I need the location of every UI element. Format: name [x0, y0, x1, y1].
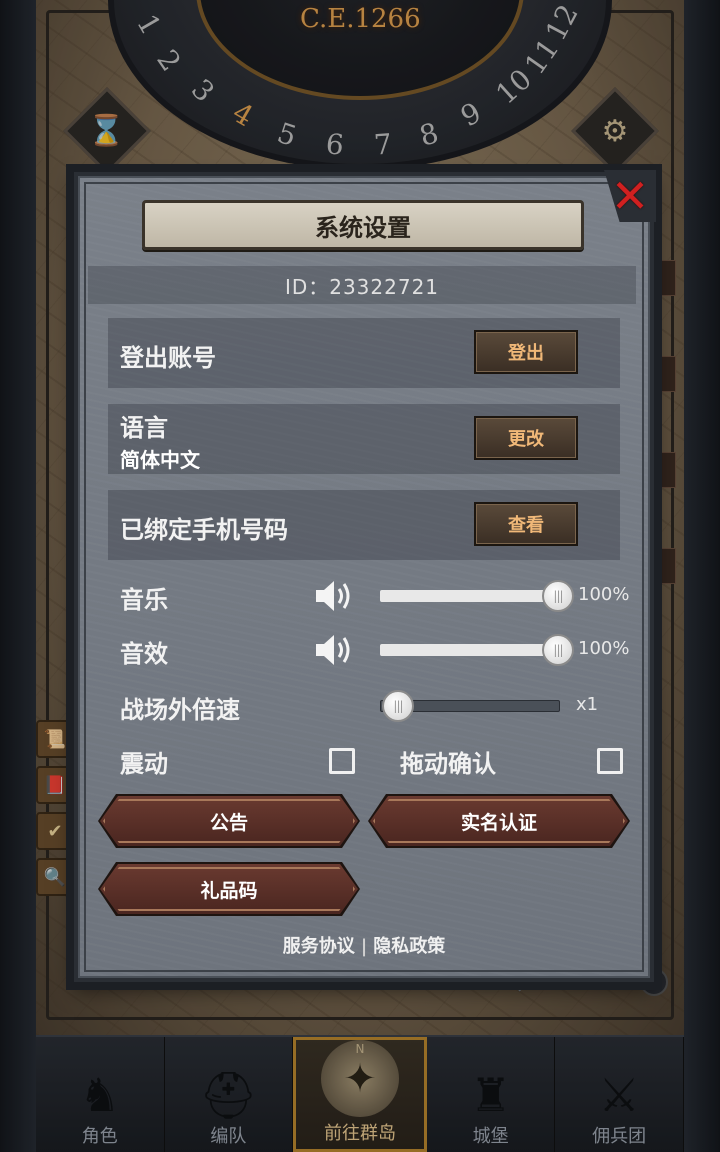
speaker-icon[interactable]	[312, 578, 352, 614]
battle-speed-setting: 战场外倍速 ||| x1	[108, 686, 648, 726]
real-name-verification-button[interactable]: 实名认证	[370, 796, 628, 846]
vibration-checkbox[interactable]	[329, 748, 355, 774]
music-percent: 100%	[578, 584, 630, 605]
speaker-icon[interactable]	[312, 632, 352, 668]
footer-links: 服务协议 | 隐私政策	[74, 932, 654, 958]
speed-slider-knob[interactable]: |||	[382, 690, 414, 722]
logout-row: 登出账号 登出	[108, 318, 620, 388]
toggle-row: 震动 拖动确认	[108, 740, 648, 780]
speed-value: x1	[576, 694, 599, 715]
announcement-button[interactable]: 公告	[100, 796, 358, 846]
phone-label: 已绑定手机号码	[120, 516, 288, 544]
sfx-setting: 音效 ||| 100%	[108, 630, 648, 670]
sfx-label: 音效	[120, 640, 168, 668]
language-row: 语言 简体中文 更改	[108, 404, 620, 474]
logout-label: 登出账号	[120, 344, 216, 372]
change-language-button[interactable]: 更改	[474, 416, 578, 460]
music-label: 音乐	[120, 586, 168, 614]
sfx-percent: 100%	[578, 638, 630, 659]
drag-confirm-label: 拖动确认	[400, 750, 496, 778]
sfx-slider-track[interactable]	[380, 644, 560, 656]
gift-code-button[interactable]: 礼品码	[100, 864, 358, 914]
dialog-title-banner: 系统设置	[142, 200, 584, 250]
view-phone-button[interactable]: 查看	[474, 502, 578, 546]
phone-row: 已绑定手机号码 查看	[108, 490, 620, 560]
terms-of-service-link[interactable]: 服务协议	[283, 936, 355, 957]
music-slider-knob[interactable]: |||	[542, 580, 574, 612]
vibration-label: 震动	[120, 750, 168, 778]
dialog-title: 系统设置	[315, 213, 411, 242]
drag-confirm-checkbox[interactable]	[597, 748, 623, 774]
language-value: 简体中文	[120, 448, 200, 472]
music-setting: 音乐 ||| 100%	[108, 576, 648, 616]
announcement-button-label: 公告	[209, 811, 248, 834]
real-name-button-label: 实名认证	[460, 811, 537, 834]
gift-code-button-label: 礼品码	[200, 879, 258, 902]
logout-button[interactable]: 登出	[474, 330, 578, 374]
privacy-policy-link[interactable]: 隐私政策	[373, 936, 445, 957]
music-slider-track[interactable]	[380, 590, 560, 602]
player-id: ID：23322721	[88, 266, 636, 304]
sfx-slider-knob[interactable]: |||	[542, 634, 574, 666]
footer-separator: |	[360, 936, 368, 957]
battle-speed-label: 战场外倍速	[120, 696, 240, 724]
language-label: 语言	[120, 414, 168, 442]
